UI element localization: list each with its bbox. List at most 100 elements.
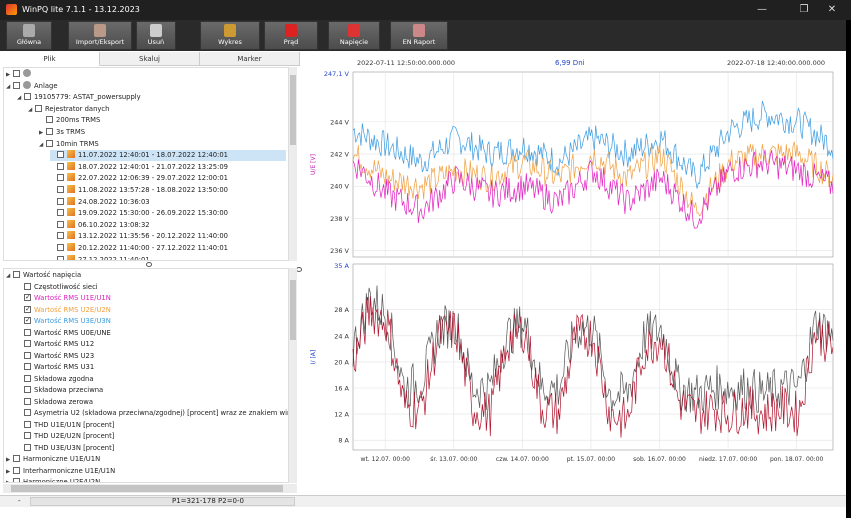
checkbox[interactable] (46, 116, 53, 124)
measurement-chart[interactable]: 2022-07-11 12:50:00.000.000 6,99 Dni 2022-… (305, 52, 838, 468)
checkbox[interactable] (24, 386, 31, 393)
checkbox[interactable] (13, 81, 20, 89)
checkbox[interactable] (24, 292, 31, 303)
checkbox[interactable] (57, 220, 64, 228)
channel-item[interactable]: Częstotliwość sieci (17, 282, 286, 293)
tree-node[interactable]: 13.12.2022 11:35:56 - 20.12.2022 11:40:0… (50, 231, 286, 242)
expand-toggle[interactable]: ▶ (6, 455, 13, 466)
minimize-button[interactable]: — (748, 2, 776, 18)
checkbox[interactable] (24, 340, 31, 347)
expand-toggle[interactable]: ▶ (6, 478, 13, 482)
tree-node[interactable]: 24.08.2022 10:36:03 (50, 196, 286, 208)
channel-item[interactable]: Wartość RMS U23 (17, 351, 286, 362)
checkbox[interactable] (13, 70, 20, 77)
tree-node[interactable]: 18.07.2022 12:40:01 - 21.07.2022 13:25:0… (50, 161, 286, 173)
checkbox[interactable] (24, 420, 31, 428)
tree-node[interactable]: ◢ Anlage (6, 80, 286, 93)
checkbox[interactable] (46, 139, 53, 147)
tab-marker[interactable]: Marker (200, 52, 300, 66)
tree-node[interactable]: 06.10.2022 13:08:32 (50, 219, 286, 231)
checkbox[interactable] (35, 104, 42, 112)
checkbox[interactable] (24, 315, 31, 326)
tree-node[interactable]: 11.08.2022 13:57:28 - 18.08.2022 13:50:0… (50, 185, 286, 196)
expand-toggle[interactable]: ◢ (28, 105, 35, 116)
channel-item[interactable]: Składowa przeciwna (17, 385, 286, 396)
tree-node[interactable]: ◢ 19105779: ASTAT_powersupply (17, 92, 286, 103)
splitter-handle[interactable] (146, 262, 152, 267)
checkbox[interactable] (57, 197, 64, 205)
checkbox[interactable] (13, 478, 20, 482)
checkbox[interactable] (24, 374, 31, 382)
tree-node[interactable]: 27.12.2022 11:40:01 (50, 254, 286, 260)
channel-item[interactable]: THD U3E/U3N [procent] (17, 443, 286, 454)
checkbox[interactable] (24, 363, 31, 370)
expand-toggle[interactable]: ◢ (39, 140, 46, 151)
channel-item[interactable]: Składowa zgodna (17, 374, 286, 385)
channel-item[interactable]: Wartość RMS U1E/U1N (17, 292, 286, 304)
checkbox[interactable] (24, 432, 31, 439)
toolbar-button-1[interactable]: Import/Eksport (68, 21, 132, 50)
file-tree-scrollbar[interactable] (289, 67, 297, 261)
toolbar-button-4[interactable]: Prąd (264, 21, 318, 50)
channel-tree-hscrollbar[interactable] (3, 484, 297, 493)
channel-item[interactable]: Wartość RMS U31 (17, 362, 286, 373)
checkbox[interactable] (24, 409, 31, 416)
tab-skaluj[interactable]: Skaluj (100, 52, 200, 66)
channel-item[interactable]: ▶ Interharmoniczne U1E/U1N (6, 466, 286, 477)
checkbox[interactable] (13, 271, 20, 278)
channel-item[interactable]: Asymetria U2 (składowa przeciwna/zgodnej… (17, 408, 288, 419)
expand-toggle[interactable]: ◢ (6, 82, 13, 93)
expand-toggle[interactable]: ◢ (6, 271, 13, 282)
expand-toggle[interactable]: ▶ (6, 467, 13, 478)
tree-node[interactable]: 19.09.2022 15:30:00 - 26.09.2022 15:30:0… (50, 208, 286, 219)
toolbar-button-3[interactable]: Wykres (200, 21, 260, 50)
tree-node[interactable]: 22.07.2022 12:06:39 - 29.07.2022 12:00:0… (50, 173, 286, 184)
checkbox[interactable] (57, 151, 64, 159)
toolbar-button-5[interactable]: Napięcie (328, 21, 380, 50)
tab-plik[interactable]: Plik (0, 52, 100, 66)
checkbox[interactable] (13, 466, 20, 474)
channel-item[interactable]: Wartość RMS U0E/UNE (17, 328, 286, 339)
checkbox[interactable] (57, 244, 64, 251)
toolbar-button-6[interactable]: EN Raport (390, 21, 448, 50)
maximize-button[interactable]: ❐ (790, 2, 818, 18)
checkbox[interactable] (57, 186, 64, 193)
checkbox[interactable] (24, 304, 31, 315)
expand-toggle[interactable]: ◢ (17, 93, 24, 104)
checkbox[interactable] (57, 232, 64, 240)
tree-node[interactable]: ◢ 10min TRMS (39, 139, 286, 150)
channel-item[interactable]: ◢ Wartość napięcia (6, 270, 286, 281)
channel-item[interactable]: Wartość RMS U2E/U2N (17, 304, 286, 316)
toolbar-button-0[interactable]: Główna (6, 21, 52, 50)
checkbox[interactable] (57, 209, 64, 217)
tree-node[interactable]: 20.12.2022 11:40:00 - 27.12.2022 11:40:0… (50, 243, 286, 254)
toolbar-button-2[interactable]: Usuń (136, 21, 176, 50)
tree-node[interactable]: 200ms TRMS (39, 115, 286, 126)
expand-toggle[interactable]: ▶ (39, 128, 46, 139)
channel-item[interactable]: Składowa zerowa (17, 397, 286, 408)
checkbox[interactable] (57, 174, 64, 182)
checkbox[interactable] (24, 282, 31, 290)
channel-tree-scrollbar[interactable] (289, 268, 297, 483)
checkbox[interactable] (24, 397, 31, 405)
checkbox[interactable] (46, 128, 53, 135)
channel-item[interactable]: THD U1E/U1N [procent] (17, 420, 286, 431)
channel-item[interactable]: ▶ Harmoniczne U1E/U1N (6, 454, 286, 465)
tree-node[interactable]: ▶ 3s TRMS (39, 127, 286, 138)
tree-node[interactable]: 11.07.2022 12:40:01 - 18.07.2022 12:40:0… (50, 150, 286, 162)
checkbox[interactable] (24, 93, 31, 101)
checkbox[interactable] (57, 255, 64, 260)
checkbox[interactable] (13, 455, 20, 462)
checkbox[interactable] (57, 162, 64, 170)
channel-item[interactable]: THD U2E/U2N [procent] (17, 431, 286, 442)
expand-toggle[interactable]: ▶ (6, 70, 13, 81)
channel-item[interactable]: ▶ Harmoniczne U2E/U2N (6, 477, 286, 482)
checkbox[interactable] (24, 328, 31, 336)
close-button[interactable]: ✕ (818, 2, 846, 18)
checkbox[interactable] (24, 443, 31, 451)
channel-item[interactable]: Wartość RMS U12 (17, 339, 286, 350)
tree-node[interactable]: ◢ Rejestrator danych (28, 104, 286, 115)
tree-node[interactable]: ▶ (6, 69, 286, 80)
channel-item[interactable]: Wartość RMS U3E/U3N (17, 315, 286, 327)
checkbox[interactable] (24, 351, 31, 359)
